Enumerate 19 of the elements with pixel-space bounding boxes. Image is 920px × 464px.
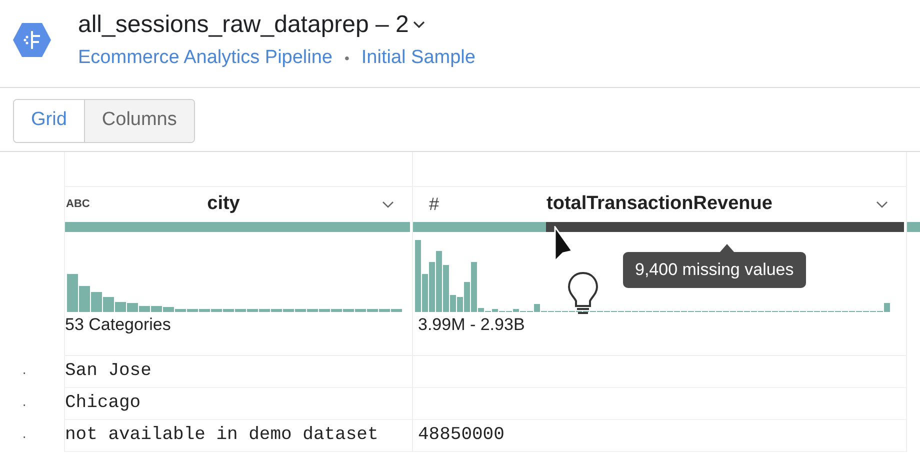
column-header[interactable]: totalTransactionRevenue <box>546 190 772 219</box>
row-marker: · <box>22 426 27 446</box>
table-cell-text: not available in demo dataset <box>65 424 378 447</box>
breadcrumb-link[interactable]: Ecommerce Analytics Pipeline <box>78 44 332 72</box>
column-summary: 3.99M - 2.93B <box>417 314 526 336</box>
table-cell-text: 48850000 <box>418 424 504 447</box>
table-cell-text: San Jose <box>65 360 152 383</box>
view-tab[interactable]: Columns <box>84 100 194 142</box>
breadcrumb-link[interactable]: Initial Sample <box>361 44 476 72</box>
tooltip: 9,400 missing values <box>623 252 806 288</box>
page-title: all_sessions_raw_dataprep – 2 <box>78 10 409 40</box>
column-summary: 53 Categories <box>65 314 172 336</box>
table-cell-text: Chicago <box>65 392 141 415</box>
type-label: ABC <box>66 197 90 212</box>
row-marker: · <box>22 362 27 382</box>
row-marker: · <box>22 394 27 414</box>
separator-dot: • <box>344 48 350 68</box>
type-label: # <box>429 193 440 216</box>
column-header[interactable]: city <box>207 190 240 219</box>
